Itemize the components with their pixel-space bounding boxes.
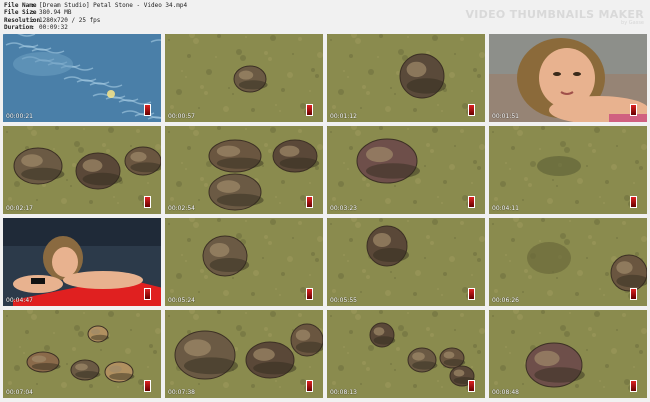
thumbnail-image [3,34,161,122]
thumbnail-image [3,126,161,214]
timestamp-label: 00:04:11 [492,205,519,212]
separator: : [31,2,35,9]
video-thumbnail[interactable]: 00:02:17 [3,126,161,214]
timestamp-label: 00:00:21 [6,113,33,120]
video-thumbnail[interactable]: 00:00:21 [3,34,161,122]
channel-logo-icon [144,380,151,392]
channel-logo-icon [306,196,313,208]
thumbnail-image [327,310,485,398]
video-thumbnail[interactable]: 00:06:26 [489,218,647,306]
separator: : [31,16,35,24]
duration-row: Duration : 00:09:32 [4,24,187,31]
thumbnail-grid: 00:00:21 00:00:57 00:01:12 00:01:51 00:02:17… [3,34,647,398]
file-name-label: File Name [4,2,37,9]
channel-logo-icon [468,104,475,116]
channel-logo-icon [630,196,637,208]
duration-value: 00:09:32 [39,24,68,32]
thumbnail-image [489,310,647,398]
separator: : [31,24,35,32]
timestamp-label: 00:05:24 [168,297,195,304]
video-thumbnail[interactable]: 00:07:04 [3,310,161,398]
channel-logo-icon [468,196,475,208]
timestamp-label: 00:01:12 [330,113,357,120]
separator: : [31,9,35,17]
thumbnail-image [3,310,161,398]
file-size-label: File Size [4,9,37,17]
file-size-row: File Size : 380.94 MB [4,9,187,16]
thumbnail-image [165,34,323,122]
thumbnail-image [3,218,161,306]
video-thumbnail[interactable]: 00:01:51 [489,34,647,122]
thumbnail-image [165,310,323,398]
file-info: File Name : [Dream Studio] Petal Stone -… [4,2,187,32]
file-size-value: 380.94 MB [39,9,72,17]
video-thumbnail[interactable]: 00:08:48 [489,310,647,398]
thumbnail-image [165,218,323,306]
channel-logo-icon [630,288,637,300]
timestamp-label: 00:03:23 [330,205,357,212]
channel-logo-icon [144,288,151,300]
timestamp-label: 00:08:48 [492,389,519,396]
video-thumbnail[interactable]: 00:05:55 [327,218,485,306]
video-thumbnail[interactable]: 00:01:12 [327,34,485,122]
timestamp-label: 00:07:04 [6,389,33,396]
timestamp-label: 00:01:51 [492,113,519,120]
watermark-title: VIDEO THUMBNAILS MAKER [465,8,644,21]
thumbnail-image [327,34,485,122]
video-thumbnail[interactable]: 00:00:57 [165,34,323,122]
file-name-row: File Name : [Dream Studio] Petal Stone -… [4,2,187,9]
timestamp-label: 00:06:26 [492,297,519,304]
channel-logo-icon [144,104,151,116]
channel-logo-icon [468,380,475,392]
timestamp-label: 00:05:55 [330,297,357,304]
channel-logo-icon [630,380,637,392]
channel-logo-icon [306,288,313,300]
thumbnail-image [489,126,647,214]
timestamp-label: 00:02:17 [6,205,33,212]
timestamp-label: 00:07:38 [168,389,195,396]
watermark-banner: VIDEO THUMBNAILS MAKER by Gasse [465,8,644,26]
resolution-label: Resolution [4,16,41,24]
thumbnail-image [327,126,485,214]
timestamp-label: 00:04:47 [6,297,33,304]
thumbnail-image [489,218,647,306]
video-thumbnail[interactable]: 00:08:13 [327,310,485,398]
video-thumbnail[interactable]: 00:07:38 [165,310,323,398]
thumbnail-image [327,218,485,306]
video-thumbnail[interactable]: 00:02:54 [165,126,323,214]
thumbnail-image [489,34,647,122]
resolution-value: 1280x720 / 25 fps [39,16,101,24]
file-name-value: [Dream Studio] Petal Stone - Video 34.mp… [39,2,188,9]
channel-logo-icon [306,104,313,116]
thumbnail-image [165,126,323,214]
duration-label: Duration [4,24,33,32]
video-thumbnail[interactable]: 00:05:24 [165,218,323,306]
video-thumbnail[interactable]: 00:04:47 [3,218,161,306]
video-thumbnail[interactable]: 00:04:11 [489,126,647,214]
video-thumbnail[interactable]: 00:03:23 [327,126,485,214]
resolution-row: Resolution : 1280x720 / 25 fps [4,17,187,24]
timestamp-label: 00:08:13 [330,389,357,396]
channel-logo-icon [630,104,637,116]
channel-logo-icon [306,380,313,392]
channel-logo-icon [144,196,151,208]
timestamp-label: 00:00:57 [168,113,195,120]
timestamp-label: 00:02:54 [168,205,195,212]
channel-logo-icon [468,288,475,300]
